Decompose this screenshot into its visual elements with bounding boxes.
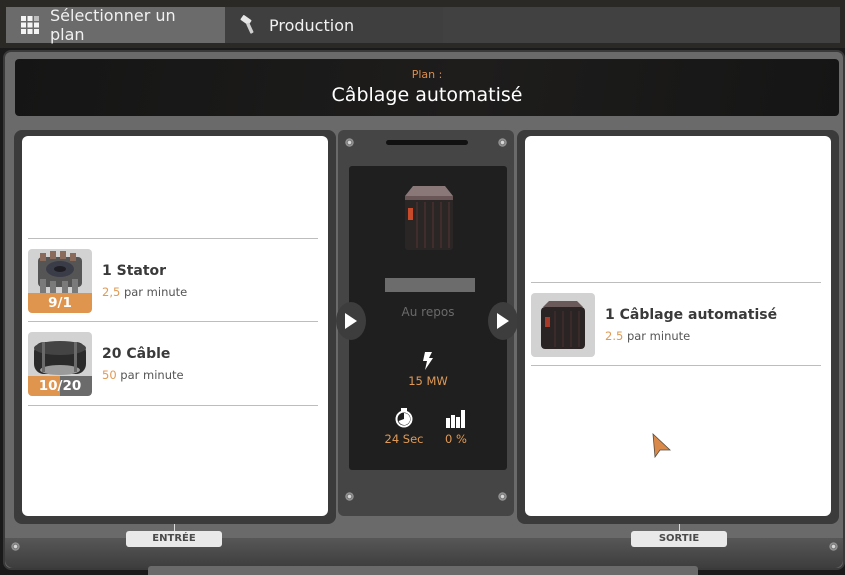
item-rate: 2,5 par minute: [102, 285, 188, 299]
automated-wiring-icon: [531, 293, 595, 357]
tab-label: Sélectionner un plan: [50, 6, 176, 44]
panel-slot: [386, 140, 468, 145]
grid-icon: [20, 15, 40, 35]
productivity-stat: 0 %: [431, 408, 481, 446]
input-item-cable[interactable]: 10/20 20 Câble 50 par minute: [28, 322, 318, 406]
hammer-icon: [239, 15, 259, 35]
item-name: 1 Stator: [102, 263, 167, 279]
production-window: Plan : Câblage automatisé 9/1 1 Stator 2…: [3, 50, 845, 570]
automated-wiring-icon: [405, 186, 453, 250]
screw-icon: [498, 492, 507, 501]
tab-select-plan[interactable]: Sélectionner un plan: [6, 6, 225, 44]
production-progress-bar: [385, 278, 475, 292]
cycle-time-stat: 24 Sec: [379, 408, 429, 446]
bar-chart-icon: [446, 410, 465, 428]
item-name: 1 Câblage automatisé: [605, 307, 778, 323]
machine-status: Au repos: [401, 305, 455, 319]
output-section-label: SORTIE: [631, 531, 727, 547]
item-rate: 50 par minute: [102, 368, 184, 382]
output-panel: 1 Câblage automatisé 2.5 par minute: [517, 130, 839, 524]
plan-name: Câblage automatisé: [331, 84, 523, 106]
stopwatch-icon: [395, 408, 413, 428]
input-arrow-button[interactable]: [336, 302, 366, 340]
top-bar: Sélectionner un plan Production: [0, 0, 845, 48]
play-arrow-icon: [497, 313, 509, 329]
output-arrow-button[interactable]: [488, 302, 518, 340]
output-list: 1 Câblage automatisé 2.5 par minute: [525, 136, 831, 516]
tab-production[interactable]: Production: [225, 7, 443, 43]
screw-icon: [345, 492, 354, 501]
cable-icon: 10/20: [28, 332, 92, 396]
item-name: 20 Câble: [102, 346, 171, 362]
screw-icon: [345, 138, 354, 147]
input-section-label: ENTRÉE: [126, 531, 222, 547]
machine-screen: Au repos 15 MW 24 Sec 0 %: [349, 166, 507, 470]
lightning-icon: [423, 352, 433, 370]
tab-label: Production: [269, 15, 355, 35]
bottom-tab: [148, 566, 698, 575]
screw-icon: [829, 542, 838, 551]
item-rate: 2.5 par minute: [605, 329, 691, 343]
plan-label: Plan :: [411, 68, 443, 81]
input-list: 9/1 1 Stator 2,5 par minute 10/20 20 Câb…: [22, 136, 328, 516]
label-connector: [174, 524, 175, 531]
screw-icon: [498, 138, 507, 147]
stock-badge: 10/20: [28, 376, 92, 396]
stator-icon: 9/1: [28, 249, 92, 313]
mouse-cursor-icon: [652, 433, 672, 459]
tab-strip: Sélectionner un plan Production: [6, 6, 840, 44]
power-stat: 15 MW: [349, 352, 507, 388]
output-item-automated-wiring[interactable]: 1 Câblage automatisé 2.5 par minute: [531, 282, 821, 366]
stock-badge: 9/1: [28, 293, 92, 313]
input-panel: 9/1 1 Stator 2,5 par minute 10/20 20 Câb…: [14, 130, 336, 524]
play-arrow-icon: [345, 313, 357, 329]
screw-icon: [11, 542, 20, 551]
plan-header: Plan : Câblage automatisé: [15, 59, 839, 116]
input-item-stator[interactable]: 9/1 1 Stator 2,5 par minute: [28, 238, 318, 322]
label-connector: [679, 524, 680, 531]
